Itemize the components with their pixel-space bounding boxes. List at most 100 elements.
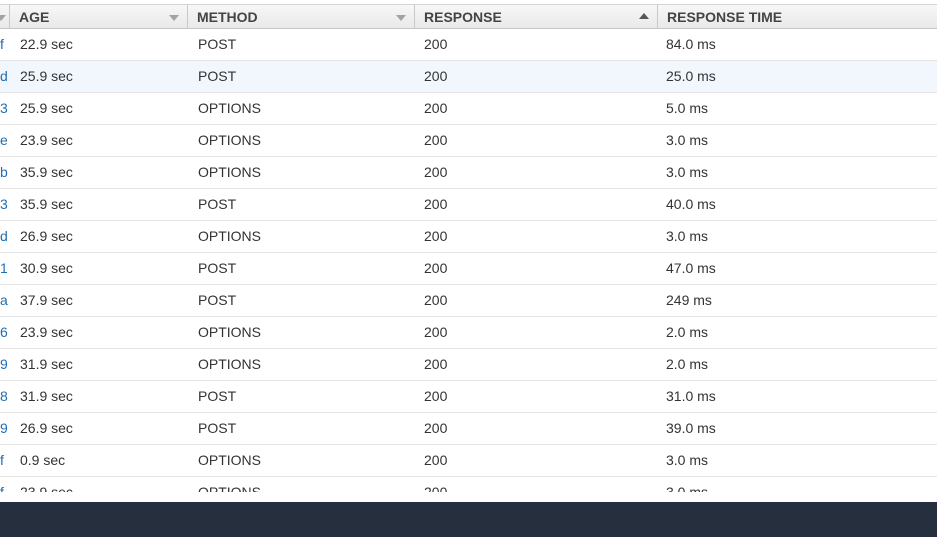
sort-arrow-icon[interactable] [0,15,6,21]
response-time-cell: 3.0 ms [666,452,709,468]
table-row[interactable]: 9 31.9 sec OPTIONS 200 2.0 ms [0,349,937,381]
age-cell: 26.9 sec [20,228,73,244]
request-id-link[interactable]: 1 [0,253,8,284]
response-cell: 200 [424,260,448,276]
age-cell: 31.9 sec [20,356,73,372]
table-body: f 22.9 sec POST 200 84.0 ms d 25.9 sec P… [0,29,937,492]
age-cell: 30.9 sec [20,260,73,276]
requests-table: AGE METHOD RESPONSE RESPONSE TIME f 22.9… [0,0,937,492]
response-cell: 200 [424,196,448,212]
request-id-link[interactable]: 3 [0,189,8,220]
request-id-link[interactable]: 9 [0,349,8,380]
sort-down-icon[interactable] [396,15,406,21]
age-cell: 25.9 sec [20,100,73,116]
response-cell: 200 [424,420,448,436]
response-cell: 200 [424,164,448,180]
request-id-link[interactable]: d [0,221,8,252]
request-id-link[interactable]: d [0,61,8,92]
table-row[interactable]: b 35.9 sec OPTIONS 200 3.0 ms [0,157,937,189]
table-row[interactable]: 8 31.9 sec POST 200 31.0 ms [0,381,937,413]
response-cell: 200 [424,68,448,84]
response-time-cell: 31.0 ms [666,388,716,404]
method-cell: OPTIONS [198,356,262,372]
response-time-cell: 47.0 ms [666,260,716,276]
age-cell: 25.9 sec [20,68,73,84]
request-id-link[interactable]: 6 [0,317,8,348]
request-id-link[interactable]: f [0,29,4,60]
age-cell: 35.9 sec [20,196,73,212]
table-row[interactable]: a 37.9 sec POST 200 249 ms [0,285,937,317]
response-time-cell: 25.0 ms [666,68,716,84]
method-cell: POST [198,388,237,404]
method-cell: OPTIONS [198,484,262,492]
response-time-cell: 5.0 ms [666,100,709,116]
column-header-response[interactable]: RESPONSE [415,5,657,29]
response-cell: 200 [424,452,448,468]
table-bottom-margin [0,492,937,502]
age-cell: 26.9 sec [20,420,73,436]
table-row[interactable]: d 25.9 sec POST 200 25.0 ms [0,61,937,93]
method-cell: OPTIONS [198,100,262,116]
response-time-cell: 249 ms [666,292,712,308]
sort-up-icon[interactable] [639,13,649,19]
method-cell: POST [198,420,237,436]
table-row[interactable]: d 26.9 sec OPTIONS 200 3.0 ms [0,221,937,253]
response-cell: 200 [424,228,448,244]
sort-down-icon[interactable] [169,15,179,21]
age-cell: 22.9 sec [20,36,73,52]
response-time-cell: 40.0 ms [666,196,716,212]
table-row[interactable]: 1 30.9 sec POST 200 47.0 ms [0,253,937,285]
table-row[interactable]: f 23.9 sec OPTIONS 200 3.0 ms [0,477,937,492]
response-time-cell: 2.0 ms [666,356,709,372]
table-row[interactable]: 3 25.9 sec OPTIONS 200 5.0 ms [0,93,937,125]
response-cell: 200 [424,324,448,340]
table-row[interactable]: f 22.9 sec POST 200 84.0 ms [0,29,937,61]
footer-bar [0,502,937,537]
method-cell: POST [198,68,237,84]
age-cell: 23.9 sec [20,132,73,148]
method-cell: OPTIONS [198,452,262,468]
age-cell: 0.9 sec [20,452,66,468]
response-time-cell: 3.0 ms [666,484,709,492]
response-cell: 200 [424,292,448,308]
table-row[interactable]: f 0.9 sec OPTIONS 200 3.0 ms [0,445,937,477]
request-id-link[interactable]: a [0,285,8,316]
request-id-link[interactable]: 3 [0,93,8,124]
age-cell: 37.9 sec [20,292,73,308]
column-header-method-label: METHOD [197,9,258,25]
method-cell: OPTIONS [198,132,262,148]
response-cell: 200 [424,36,448,52]
column-header-age-label: AGE [19,9,50,25]
request-id-link[interactable]: e [0,125,8,156]
column-header-response-label: RESPONSE [424,9,502,25]
method-cell: OPTIONS [198,228,262,244]
column-header-method[interactable]: METHOD [188,5,414,29]
column-header-response-time[interactable]: RESPONSE TIME [658,5,937,29]
response-cell: 200 [424,356,448,372]
response-cell: 200 [424,132,448,148]
method-cell: POST [198,36,237,52]
response-time-cell: 84.0 ms [666,36,716,52]
age-cell: 23.9 sec [20,324,73,340]
table-row[interactable]: e 23.9 sec OPTIONS 200 3.0 ms [0,125,937,157]
method-cell: POST [198,196,237,212]
age-cell: 35.9 sec [20,164,73,180]
request-id-link[interactable]: 8 [0,381,8,412]
response-time-cell: 2.0 ms [666,324,709,340]
table-row[interactable]: 6 23.9 sec OPTIONS 200 2.0 ms [0,317,937,349]
request-id-link[interactable]: f [0,477,4,492]
table-row[interactable]: 9 26.9 sec POST 200 39.0 ms [0,413,937,445]
table-header: AGE METHOD RESPONSE RESPONSE TIME [0,4,937,29]
response-time-cell: 3.0 ms [666,132,709,148]
request-id-link[interactable]: f [0,445,4,476]
response-cell: 200 [424,484,448,492]
request-id-link[interactable]: b [0,157,8,188]
method-cell: POST [198,260,237,276]
response-cell: 200 [424,388,448,404]
request-id-link[interactable]: 9 [0,413,8,444]
response-time-cell: 3.0 ms [666,164,709,180]
response-cell: 200 [424,100,448,116]
age-cell: 31.9 sec [20,388,73,404]
column-header-age[interactable]: AGE [10,5,187,29]
table-row[interactable]: 3 35.9 sec POST 200 40.0 ms [0,189,937,221]
